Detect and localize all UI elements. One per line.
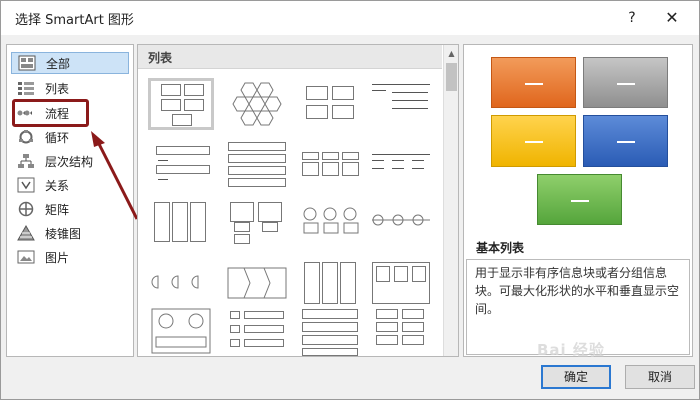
preview-block-blue (583, 115, 668, 167)
layout-circle-process-list[interactable] (368, 198, 434, 250)
layout-basic-block-list[interactable] (148, 78, 214, 130)
ok-button[interactable]: 确定 (541, 365, 611, 389)
preview-panel: 基本列表 用于显示非有序信息块或者分组信息块。可最大化形状的水平和垂直显示空间。 (463, 44, 693, 357)
preview-block-orange (491, 57, 576, 108)
scroll-thumb[interactable] (446, 63, 457, 91)
preview-block-yellow (491, 115, 576, 167)
layout-half-circle-list[interactable] (148, 258, 214, 310)
layout-description: 用于显示非有序信息块或者分组信息块。可最大化形状的水平和垂直显示空间。 (475, 266, 680, 316)
gallery-scrollbar[interactable]: ▲ (443, 45, 458, 356)
layout-picture-circle-list[interactable] (148, 307, 214, 359)
layout-grouped-list[interactable] (298, 78, 364, 130)
layout-framed-block-list[interactable] (368, 258, 434, 310)
preview-block-gray (583, 57, 668, 108)
layout-horizontal-list[interactable] (368, 138, 434, 190)
layout-segmented-list[interactable] (368, 307, 434, 359)
layout-tabbed-list[interactable] (298, 258, 364, 310)
layout-stacked-list[interactable] (148, 198, 214, 250)
smartart-dialog: 选择 SmartArt 图形 ? ✕ 全部 列表 流程 循环 层次结构 关系 矩… (0, 0, 700, 400)
layout-vertical-bullet-list[interactable] (148, 138, 214, 190)
layout-horizontal-bullet-list[interactable] (298, 138, 364, 190)
gallery-header: 列表 (138, 45, 442, 69)
layout-description-box: 用于显示非有序信息块或者分组信息块。可最大化形状的水平和垂直显示空间。 (466, 259, 690, 355)
layout-hexagon-cluster[interactable] (224, 78, 290, 130)
preview-block-green (537, 174, 622, 225)
layout-arrow-list[interactable] (224, 258, 290, 310)
cancel-button[interactable]: 取消 (625, 365, 695, 389)
gallery-header-label: 列表 (148, 51, 173, 65)
layout-circle-list[interactable] (298, 198, 364, 250)
layout-vertical-box-list[interactable] (224, 138, 290, 190)
scroll-up-icon[interactable]: ▲ (444, 47, 459, 61)
layout-name: 基本列表 (476, 241, 525, 255)
layout-picture-caption-list[interactable] (224, 198, 290, 250)
layout-table-list[interactable] (298, 307, 364, 359)
layout-lined-list[interactable] (368, 78, 434, 130)
layout-vertical-lined-list[interactable] (224, 307, 290, 359)
layout-gallery: 列表 ▲ (137, 44, 459, 357)
